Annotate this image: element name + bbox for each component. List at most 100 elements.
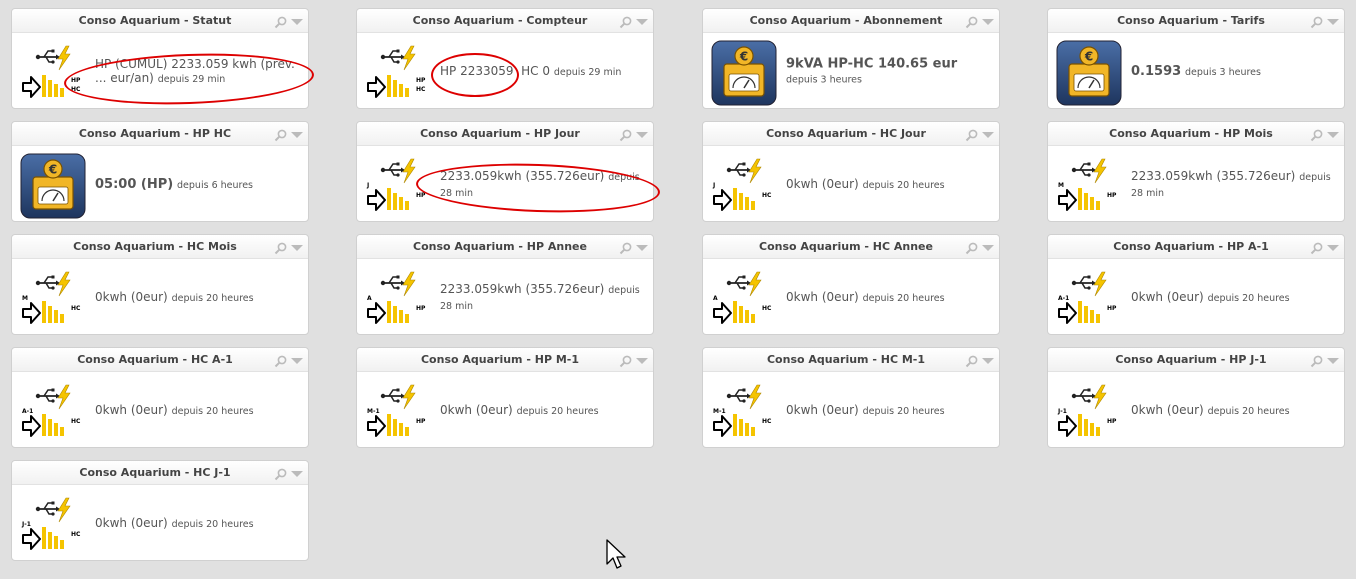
chevron-down-icon[interactable] [981,14,995,28]
search-icon[interactable] [274,466,288,481]
search-icon[interactable] [1310,127,1324,142]
updated-since: depuis 29 min [553,66,622,78]
chevron-down-icon[interactable] [290,466,304,480]
lightning-icon [57,384,71,410]
chevron-down-icon[interactable] [290,240,304,254]
widget-value-text: 0kwh (0eur) depuis 20 heures [1131,290,1336,306]
period-label: M-1 [713,408,726,415]
widget-value: 0kwh (0eur) [95,402,168,417]
tariff-bottom-label: HC [71,305,81,312]
lightning-icon [748,158,762,184]
arrow-icon [1058,302,1077,324]
usb-plug-icon [35,501,60,516]
search-icon[interactable] [1310,240,1324,255]
tariff-bottom-label: HP [1107,305,1117,312]
widget-body: J HC 0kwh (0eur) depuis 20 heures [703,146,999,223]
chevron-down-icon[interactable] [1326,353,1340,367]
widget-value-text: 2233.059kwh (355.726eur) depuis 28 min [440,169,645,201]
bar-graph-icon [1078,301,1100,323]
usb-plug-icon [1071,388,1096,403]
widget-body: J-1 HP 0kwh (0eur) depuis 20 heures [1048,372,1344,449]
widget-header: Conso Aquarium - Statut [12,9,308,33]
widget-header: Conso Aquarium - HP HC [12,122,308,146]
search-icon[interactable] [1310,353,1324,368]
euro-gauge-icon: € [711,40,777,106]
svg-text:€: € [1084,50,1093,64]
widget-header: Conso Aquarium - HP A-1 [1048,235,1344,259]
search-icon[interactable] [274,14,288,29]
chevron-down-icon[interactable] [981,240,995,254]
tariff-bottom-label: HP [416,192,426,199]
bar-graph-icon [42,414,64,436]
arrow-icon [22,528,41,550]
tariff-top-label: HP [71,77,81,84]
widget-body: J HP 2233.059kwh (355.726eur) depuis 28 m… [357,146,653,223]
widget-title: Conso Aquarium - HP J-1 [1115,353,1267,366]
search-icon[interactable] [965,240,979,255]
widget-header: Conso Aquarium - HC A-1 [12,348,308,372]
widget-value: 0kwh (0eur) [440,402,513,417]
widget-title: Conso Aquarium - HP Mois [1109,127,1273,140]
search-icon[interactable] [274,127,288,142]
updated-since: depuis 20 heures [862,179,945,191]
search-icon[interactable] [274,353,288,368]
widget-value: 0kwh (0eur) [95,515,168,530]
search-icon[interactable] [619,240,633,255]
lightning-icon [748,271,762,297]
meter-icon: J HP [365,153,431,219]
widget-hp-mois: Conso Aquarium - HP Mois M HP 2233.059kw… [1047,121,1345,222]
widget-body: € 05:00 (HP) depuis 6 heures [12,146,308,223]
widget-body: A HP 2233.059kwh (355.726eur) depuis 28 m… [357,259,653,336]
search-icon[interactable] [619,14,633,29]
widget-compteur: Conso Aquarium - Compteur HP HC HP 22330… [356,8,654,109]
euro-gauge-icon: € [1056,40,1122,106]
search-icon[interactable] [965,14,979,29]
chevron-down-icon[interactable] [635,353,649,367]
bar-graph-icon [42,301,64,323]
arrow-icon [22,76,41,98]
widget-title: Conso Aquarium - Abonnement [749,14,943,27]
search-icon[interactable] [965,127,979,142]
usb-plug-icon [35,49,60,64]
chevron-down-icon[interactable] [635,127,649,141]
chevron-down-icon[interactable] [1326,240,1340,254]
widget-statut: Conso Aquarium - Statut HP HC HP (CUMUL)… [11,8,309,109]
widget-body: A-1 HC 0kwh (0eur) depuis 20 heures [12,372,308,449]
widget-body: A HC 0kwh (0eur) depuis 20 heures [703,259,999,336]
lightning-icon [57,45,71,71]
search-icon[interactable] [274,240,288,255]
chevron-down-icon[interactable] [635,240,649,254]
widget-title: Conso Aquarium - HC Mois [73,240,237,253]
chevron-down-icon[interactable] [290,127,304,141]
bar-graph-icon [387,414,409,436]
widget-header: Conso Aquarium - HC J-1 [12,461,308,485]
search-icon[interactable] [619,127,633,142]
widget-header: Conso Aquarium - HC M-1 [703,348,999,372]
widget-value-text: 0kwh (0eur) depuis 20 heures [1131,403,1336,419]
widget-title: Conso Aquarium - HP Jour [420,127,580,140]
search-icon[interactable] [619,353,633,368]
widget-body: M HP 2233.059kwh (355.726eur) depuis 28 m… [1048,146,1344,223]
widget-value-text: HP (CUMUL) 2233.059 kwh (prev. ... eur/a… [95,57,300,87]
chevron-down-icon[interactable] [1326,127,1340,141]
arrow-icon [367,302,386,324]
updated-since: depuis 20 heures [862,292,945,304]
period-label: J-1 [22,521,31,528]
widget-title: Conso Aquarium - HC Jour [766,127,926,140]
period-label: A-1 [22,408,34,415]
widget-title: Conso Aquarium - HC J-1 [79,466,231,479]
usb-plug-icon [726,162,751,177]
chevron-down-icon[interactable] [981,127,995,141]
search-icon[interactable] [965,353,979,368]
widget-header: Conso Aquarium - HP M-1 [357,348,653,372]
lightning-icon [1093,384,1107,410]
chevron-down-icon[interactable] [290,353,304,367]
tariff-bottom-label: HC [71,418,81,425]
search-icon[interactable] [1310,14,1324,29]
chevron-down-icon[interactable] [635,14,649,28]
tariff-bottom-label: HC [71,531,81,538]
chevron-down-icon[interactable] [981,353,995,367]
chevron-down-icon[interactable] [1326,14,1340,28]
arrow-icon [22,302,41,324]
chevron-down-icon[interactable] [290,14,304,28]
